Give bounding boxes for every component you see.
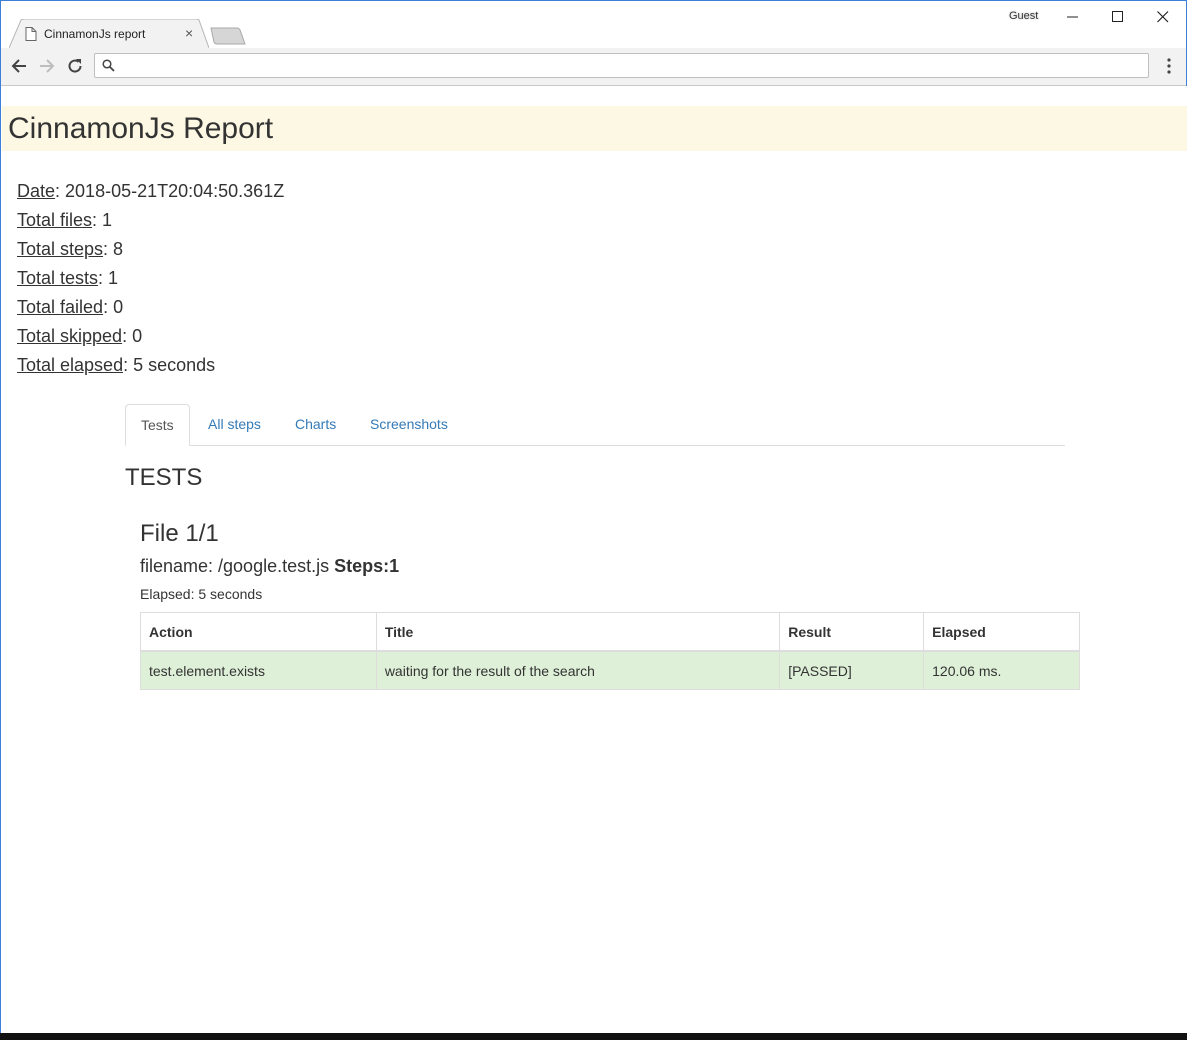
cell-elapsed: 120.06 ms. — [923, 650, 1080, 690]
summary-label: Date — [17, 181, 56, 201]
column-header-action: Action — [140, 612, 377, 652]
cell-action: test.element.exists — [140, 650, 377, 690]
summary-value: : 0 — [103, 297, 124, 317]
summary-value: : 1 — [98, 268, 119, 288]
summary-total-elapsed: Total elapsed: 5 seconds — [17, 351, 284, 380]
browser-tab[interactable]: CinnamonJs report × — [9, 19, 209, 48]
summary-label: Total failed — [17, 297, 104, 317]
summary-value: : 8 — [103, 239, 124, 259]
file-elapsed: Elapsed: 5 seconds — [140, 586, 263, 602]
file-steps: Steps:1 — [334, 556, 400, 576]
summary-value: : 5 seconds — [123, 355, 216, 375]
maximize-icon — [1112, 11, 1123, 22]
summary-total-tests: Total tests: 1 — [17, 264, 284, 293]
tab-charts[interactable]: Charts — [280, 404, 351, 445]
file-path: filename: /google.test.js — [140, 556, 330, 576]
page-icon — [25, 27, 37, 41]
maximize-button[interactable] — [1095, 5, 1141, 27]
column-header-result: Result — [779, 612, 925, 652]
summary-value: : 2018-05-21T20:04:50.361Z — [55, 181, 285, 201]
summary-value: : 1 — [92, 210, 113, 230]
address-input[interactable] — [123, 56, 1142, 77]
section-title: TESTS — [125, 464, 203, 491]
cell-result: [PASSED] — [779, 650, 925, 690]
tab-screenshots[interactable]: Screenshots — [355, 404, 463, 445]
close-button[interactable] — [1140, 5, 1186, 27]
summary-list: Date: 2018-05-21T20:04:50.361Z Total fil… — [17, 177, 284, 380]
title-bar: CinnamonJs report × Guest — [1, 1, 1186, 48]
column-header-elapsed: Elapsed — [923, 612, 1080, 652]
summary-total-skipped: Total skipped: 0 — [17, 322, 284, 351]
taskbar-edge — [0, 1033, 1187, 1040]
summary-total-files: Total files: 1 — [17, 206, 284, 235]
report-tabs: Tests All steps Charts Screenshots — [125, 404, 1065, 446]
tab-close-button[interactable]: × — [185, 26, 193, 40]
browser-toolbar — [1, 48, 1186, 86]
forward-button[interactable] — [36, 55, 58, 77]
column-header-title: Title — [375, 612, 781, 652]
file-name: filename: /google.test.js Steps:1 — [140, 556, 399, 577]
table-row: test.element.exists waiting for the resu… — [140, 650, 1080, 690]
reload-button[interactable] — [64, 55, 86, 77]
report-title: CinnamonJs Report — [8, 112, 274, 145]
report-header: CinnamonJs Report — [2, 106, 1187, 151]
summary-label: Total skipped — [17, 326, 123, 346]
minimize-button[interactable] — [1050, 5, 1096, 27]
profile-label[interactable]: Guest — [1009, 10, 1038, 22]
summary-label: Total tests — [17, 268, 99, 288]
summary-date: Date: 2018-05-21T20:04:50.361Z — [17, 177, 284, 206]
search-icon — [102, 59, 115, 72]
reload-icon — [68, 59, 82, 73]
close-icon — [1157, 11, 1169, 23]
steps-table: Action Title Result Elapsed test.element… — [140, 612, 1080, 690]
page-viewport: CinnamonJs Report Date: 2018-05-21T20:04… — [2, 86, 1187, 1034]
browser-window: CinnamonJs report × Guest CinnamonJs Rep… — [0, 0, 1187, 1034]
file-title: File 1/1 — [140, 520, 219, 547]
vertical-dots-icon — [1167, 58, 1171, 74]
new-tab-button[interactable] — [209, 27, 247, 45]
browser-menu-button[interactable] — [1161, 57, 1177, 77]
summary-total-steps: Total steps: 8 — [17, 235, 284, 264]
cell-title: waiting for the result of the search — [375, 650, 781, 690]
tab-tests[interactable]: Tests — [125, 404, 190, 446]
summary-value: : 0 — [122, 326, 143, 346]
summary-label: Total elapsed — [17, 355, 124, 375]
summary-label: Total steps — [17, 239, 104, 259]
address-bar[interactable] — [94, 53, 1149, 78]
forward-arrow-icon — [40, 59, 55, 73]
table-header-row: Action Title Result Elapsed — [140, 612, 1080, 652]
summary-total-failed: Total failed: 0 — [17, 293, 284, 322]
back-arrow-icon — [11, 59, 26, 73]
back-button[interactable] — [8, 55, 30, 77]
tab-title: CinnamonJs report — [44, 27, 146, 41]
tab-all-steps[interactable]: All steps — [193, 404, 276, 445]
minimize-icon — [1067, 16, 1078, 18]
summary-label: Total files — [17, 210, 93, 230]
